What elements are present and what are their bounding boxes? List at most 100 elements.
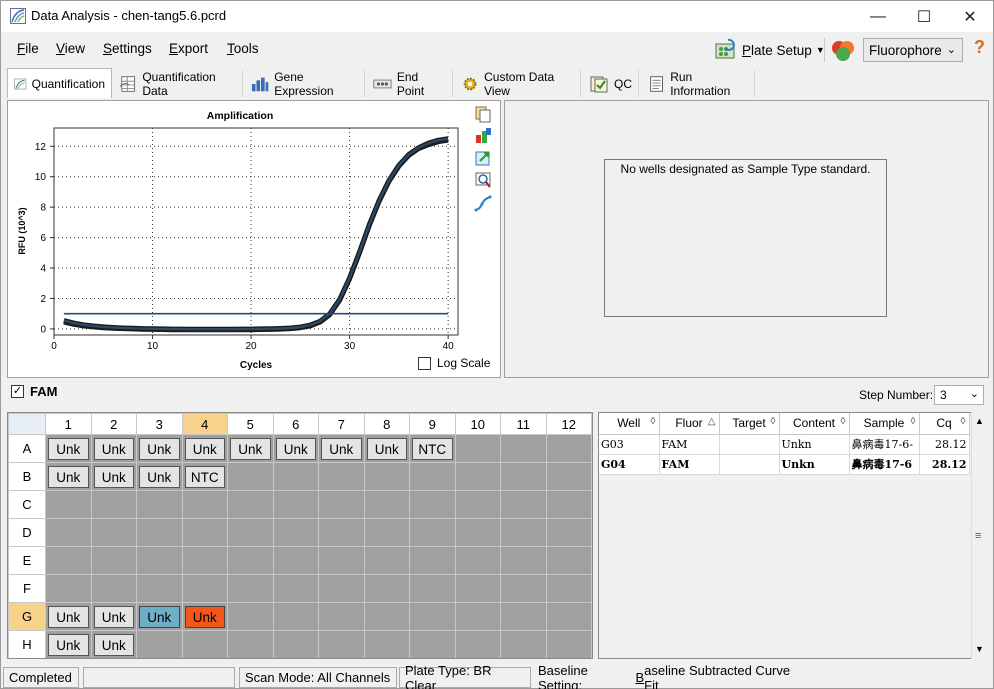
tab-gene-expression[interactable]: Gene Expression (245, 70, 365, 98)
plate-column-header[interactable]: 12 (545, 413, 592, 435)
chart-colors-icon[interactable] (474, 127, 492, 145)
plate-well[interactable]: Unk (181, 602, 228, 631)
plate-well[interactable] (409, 546, 456, 575)
plate-well[interactable] (318, 546, 365, 575)
help-icon[interactable]: ? (974, 37, 985, 58)
plate-column-header[interactable]: 2 (90, 413, 137, 435)
plate-well[interactable] (181, 574, 228, 603)
column-header-cq[interactable]: Cq ◊ (919, 413, 970, 435)
plate-column-header[interactable]: 5 (227, 413, 274, 435)
plate-well[interactable]: Unk (136, 462, 183, 491)
plate-well[interactable] (500, 630, 547, 658)
scroll-down-icon[interactable]: ▼ (975, 644, 984, 654)
plate-well[interactable] (272, 630, 319, 658)
minimize-button[interactable]: — (855, 1, 901, 32)
table-row[interactable]: G04 FAM Unkn 鼻病毒17-6 28.12 (599, 454, 970, 475)
plate-well[interactable] (363, 518, 410, 547)
plate-column-header[interactable]: 8 (363, 413, 410, 435)
plate-well[interactable]: Unk (136, 434, 183, 463)
plate-well[interactable] (409, 630, 456, 658)
plate-well[interactable] (500, 602, 547, 631)
plate-well[interactable] (45, 546, 92, 575)
plate-well[interactable] (363, 490, 410, 519)
plate-well[interactable] (500, 518, 547, 547)
plate-column-header[interactable]: 1 (45, 413, 92, 435)
plate-well[interactable] (500, 462, 547, 491)
plate-well[interactable]: Unk (272, 434, 319, 463)
copy-icon[interactable] (474, 105, 492, 123)
plate-well[interactable] (500, 490, 547, 519)
plate-well[interactable] (227, 630, 274, 658)
scroll-up-icon[interactable]: ▲ (975, 416, 984, 426)
plate-well[interactable] (45, 518, 92, 547)
column-header-well[interactable]: Well ◊ (599, 413, 660, 435)
plate-well[interactable] (45, 490, 92, 519)
tab-custom-data-view[interactable]: Custom Data View (455, 70, 581, 98)
plate-well[interactable] (90, 518, 137, 547)
menu-file[interactable]: File (17, 41, 39, 56)
plate-well[interactable] (181, 518, 228, 547)
plate-well[interactable]: Unk (45, 602, 92, 631)
menu-tools[interactable]: Tools (227, 41, 259, 56)
plate-well[interactable] (454, 518, 501, 547)
plate-well[interactable] (90, 574, 137, 603)
column-header-sample[interactable]: Sample ◊ (849, 413, 920, 435)
plate-well[interactable] (545, 574, 592, 603)
plate-well[interactable] (318, 518, 365, 547)
zoom-chart-icon[interactable] (474, 171, 492, 189)
plate-well[interactable] (500, 546, 547, 575)
color-wells-icon[interactable] (830, 38, 856, 62)
plate-well[interactable]: Unk (45, 462, 92, 491)
plate-well[interactable] (272, 602, 319, 631)
amplification-chart[interactable]: Amplification Cycles RFU (10^3) 0 10 20 30 4… (8, 101, 500, 377)
plate-well[interactable] (545, 602, 592, 631)
scroll-grip-icon[interactable]: ≡ (975, 530, 981, 542)
plate-well[interactable]: Unk (318, 434, 365, 463)
plate-column-header[interactable]: 6 (272, 413, 319, 435)
plate-well[interactable]: Unk (45, 434, 92, 463)
plate-well[interactable] (90, 490, 137, 519)
menu-settings[interactable]: Settings (103, 41, 152, 56)
plate-well[interactable] (500, 574, 547, 603)
plate-well[interactable] (227, 518, 274, 547)
plate-well[interactable] (272, 490, 319, 519)
plate-well[interactable] (454, 602, 501, 631)
menu-export[interactable]: Export (169, 41, 208, 56)
plate-well[interactable] (454, 490, 501, 519)
table-row[interactable]: G03 FAM Unkn 鼻病毒17-6- 28.12 (599, 434, 970, 455)
plate-well[interactable] (500, 434, 547, 463)
plate-well[interactable] (545, 462, 592, 491)
plate-well[interactable] (545, 630, 592, 658)
plate-setup-button[interactable]: Plate Setup ▼ (714, 37, 825, 63)
plate-well[interactable] (227, 462, 274, 491)
tab-run-information[interactable]: Run Information (641, 70, 755, 98)
plate-well[interactable] (181, 546, 228, 575)
plate-column-header[interactable]: 10 (454, 413, 501, 435)
plate-well[interactable] (545, 518, 592, 547)
plate-well[interactable]: Unk (363, 434, 410, 463)
plate-well[interactable] (318, 462, 365, 491)
plate-well[interactable] (454, 574, 501, 603)
tab-quantification[interactable]: Quantification (7, 68, 112, 98)
plate-column-header[interactable]: 4 (181, 413, 228, 435)
plate-well[interactable] (454, 630, 501, 658)
plate-well[interactable]: Unk (90, 434, 137, 463)
plate-well[interactable] (136, 630, 183, 658)
export-chart-icon[interactable] (474, 149, 492, 167)
results-scrollbar[interactable]: ▲ ≡ ▼ (971, 412, 988, 659)
tab-quantification-data[interactable]: Quantification Data (113, 70, 243, 98)
column-header-content[interactable]: Content ◊ (779, 413, 850, 435)
plate-row-header[interactable]: G (8, 602, 46, 631)
plate-well[interactable] (409, 602, 456, 631)
plate-well[interactable] (545, 490, 592, 519)
plate-well[interactable] (545, 434, 592, 463)
tab-end-point[interactable]: End Point (367, 70, 453, 98)
plate-well[interactable]: Unk (90, 630, 137, 658)
plate-well[interactable]: Unk (227, 434, 274, 463)
menu-view[interactable]: View (56, 41, 85, 56)
plate-row-header[interactable]: E (8, 546, 46, 575)
plate-well[interactable] (136, 574, 183, 603)
close-button[interactable]: ✕ (947, 1, 993, 32)
plate-well[interactable]: Unk (90, 602, 137, 631)
plate-well[interactable] (318, 630, 365, 658)
